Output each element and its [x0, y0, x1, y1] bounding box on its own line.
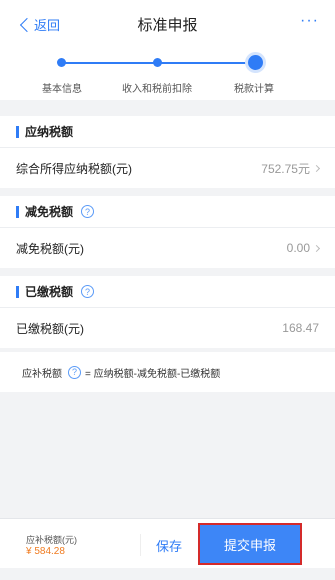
section-title: 已缴税额 — [25, 285, 74, 299]
bottom-action-bar: 应补税额(元) ¥ 584.28 保存 提交申报 — [0, 518, 335, 568]
payable-tax-value: 752.75元 — [261, 161, 310, 176]
step-label-basic-info: 基本信息 — [42, 84, 82, 95]
section-accent-bar — [16, 205, 19, 218]
step-dot-2 — [153, 58, 162, 67]
total-due-label: 应补税额(元) — [26, 535, 77, 545]
payable-tax-label: 综合所得应纳税额(元) — [16, 161, 132, 176]
more-icon[interactable]: ··· — [300, 12, 319, 30]
tax-reduction-value-wrap: 0.00 — [286, 241, 321, 255]
section-header: 已缴税额 ? — [0, 276, 335, 308]
submit-declaration-button[interactable]: 提交申报 — [198, 523, 302, 565]
tax-reduction-value: 0.00 — [286, 241, 310, 255]
page-title: 标准申报 — [137, 17, 198, 34]
section-title: 减免税额 — [25, 205, 74, 219]
section-header: 减免税额 ? — [0, 196, 335, 228]
chevron-right-icon — [312, 244, 321, 252]
step-label-tax-calculation: 税款计算 — [234, 84, 274, 95]
section-accent-bar — [16, 285, 19, 298]
help-icon[interactable]: ? — [81, 285, 95, 298]
divider — [140, 534, 141, 556]
navigation-bar: 返回 标准申报 ··· — [0, 0, 335, 48]
payable-tax-value-wrap: 752.75元 — [261, 160, 321, 177]
section-tax-paid: 已缴税额 ? 已缴税额(元) 168.47 — [0, 276, 335, 348]
step-progress: 基本信息 收入和税前扣除 税款计算 — [0, 48, 335, 100]
section-payable-tax: 应纳税额 综合所得应纳税额(元) 752.75元 — [0, 116, 335, 188]
section-accent-bar — [16, 125, 19, 138]
step-dot-1 — [57, 58, 66, 67]
total-due-value: ¥ 584.28 — [26, 546, 65, 557]
tax-reduction-row[interactable]: 减免税额(元) 0.00 — [0, 228, 335, 268]
formula-expression: = 应纳税额-减免税额-已缴税额 — [85, 368, 221, 380]
tax-paid-row: 已缴税额(元) 168.47 — [0, 308, 335, 348]
tax-paid-label: 已缴税额(元) — [16, 321, 84, 336]
tax-paid-value: 168.47 — [282, 321, 319, 335]
formula-label: 应补税额 — [22, 368, 62, 380]
chevron-right-icon — [312, 164, 321, 172]
help-icon[interactable]: ? — [68, 365, 81, 379]
step-dot-3-active — [248, 55, 263, 70]
section-header: 应纳税额 — [0, 116, 335, 148]
tax-reduction-label: 减免税额(元) — [16, 241, 84, 256]
section-tax-reduction: 减免税额 ? 减免税额(元) 0.00 — [0, 196, 335, 268]
save-button[interactable]: 保存 — [156, 536, 182, 555]
payable-tax-row[interactable]: 综合所得应纳税额(元) 752.75元 — [0, 148, 335, 188]
help-icon[interactable]: ? — [81, 205, 95, 218]
tax-formula: 应补税额 ? = 应纳税额-减免税额-已缴税额 — [0, 352, 335, 392]
step-label-income-deduction: 收入和税前扣除 — [122, 84, 192, 95]
section-title: 应纳税额 — [25, 125, 74, 139]
